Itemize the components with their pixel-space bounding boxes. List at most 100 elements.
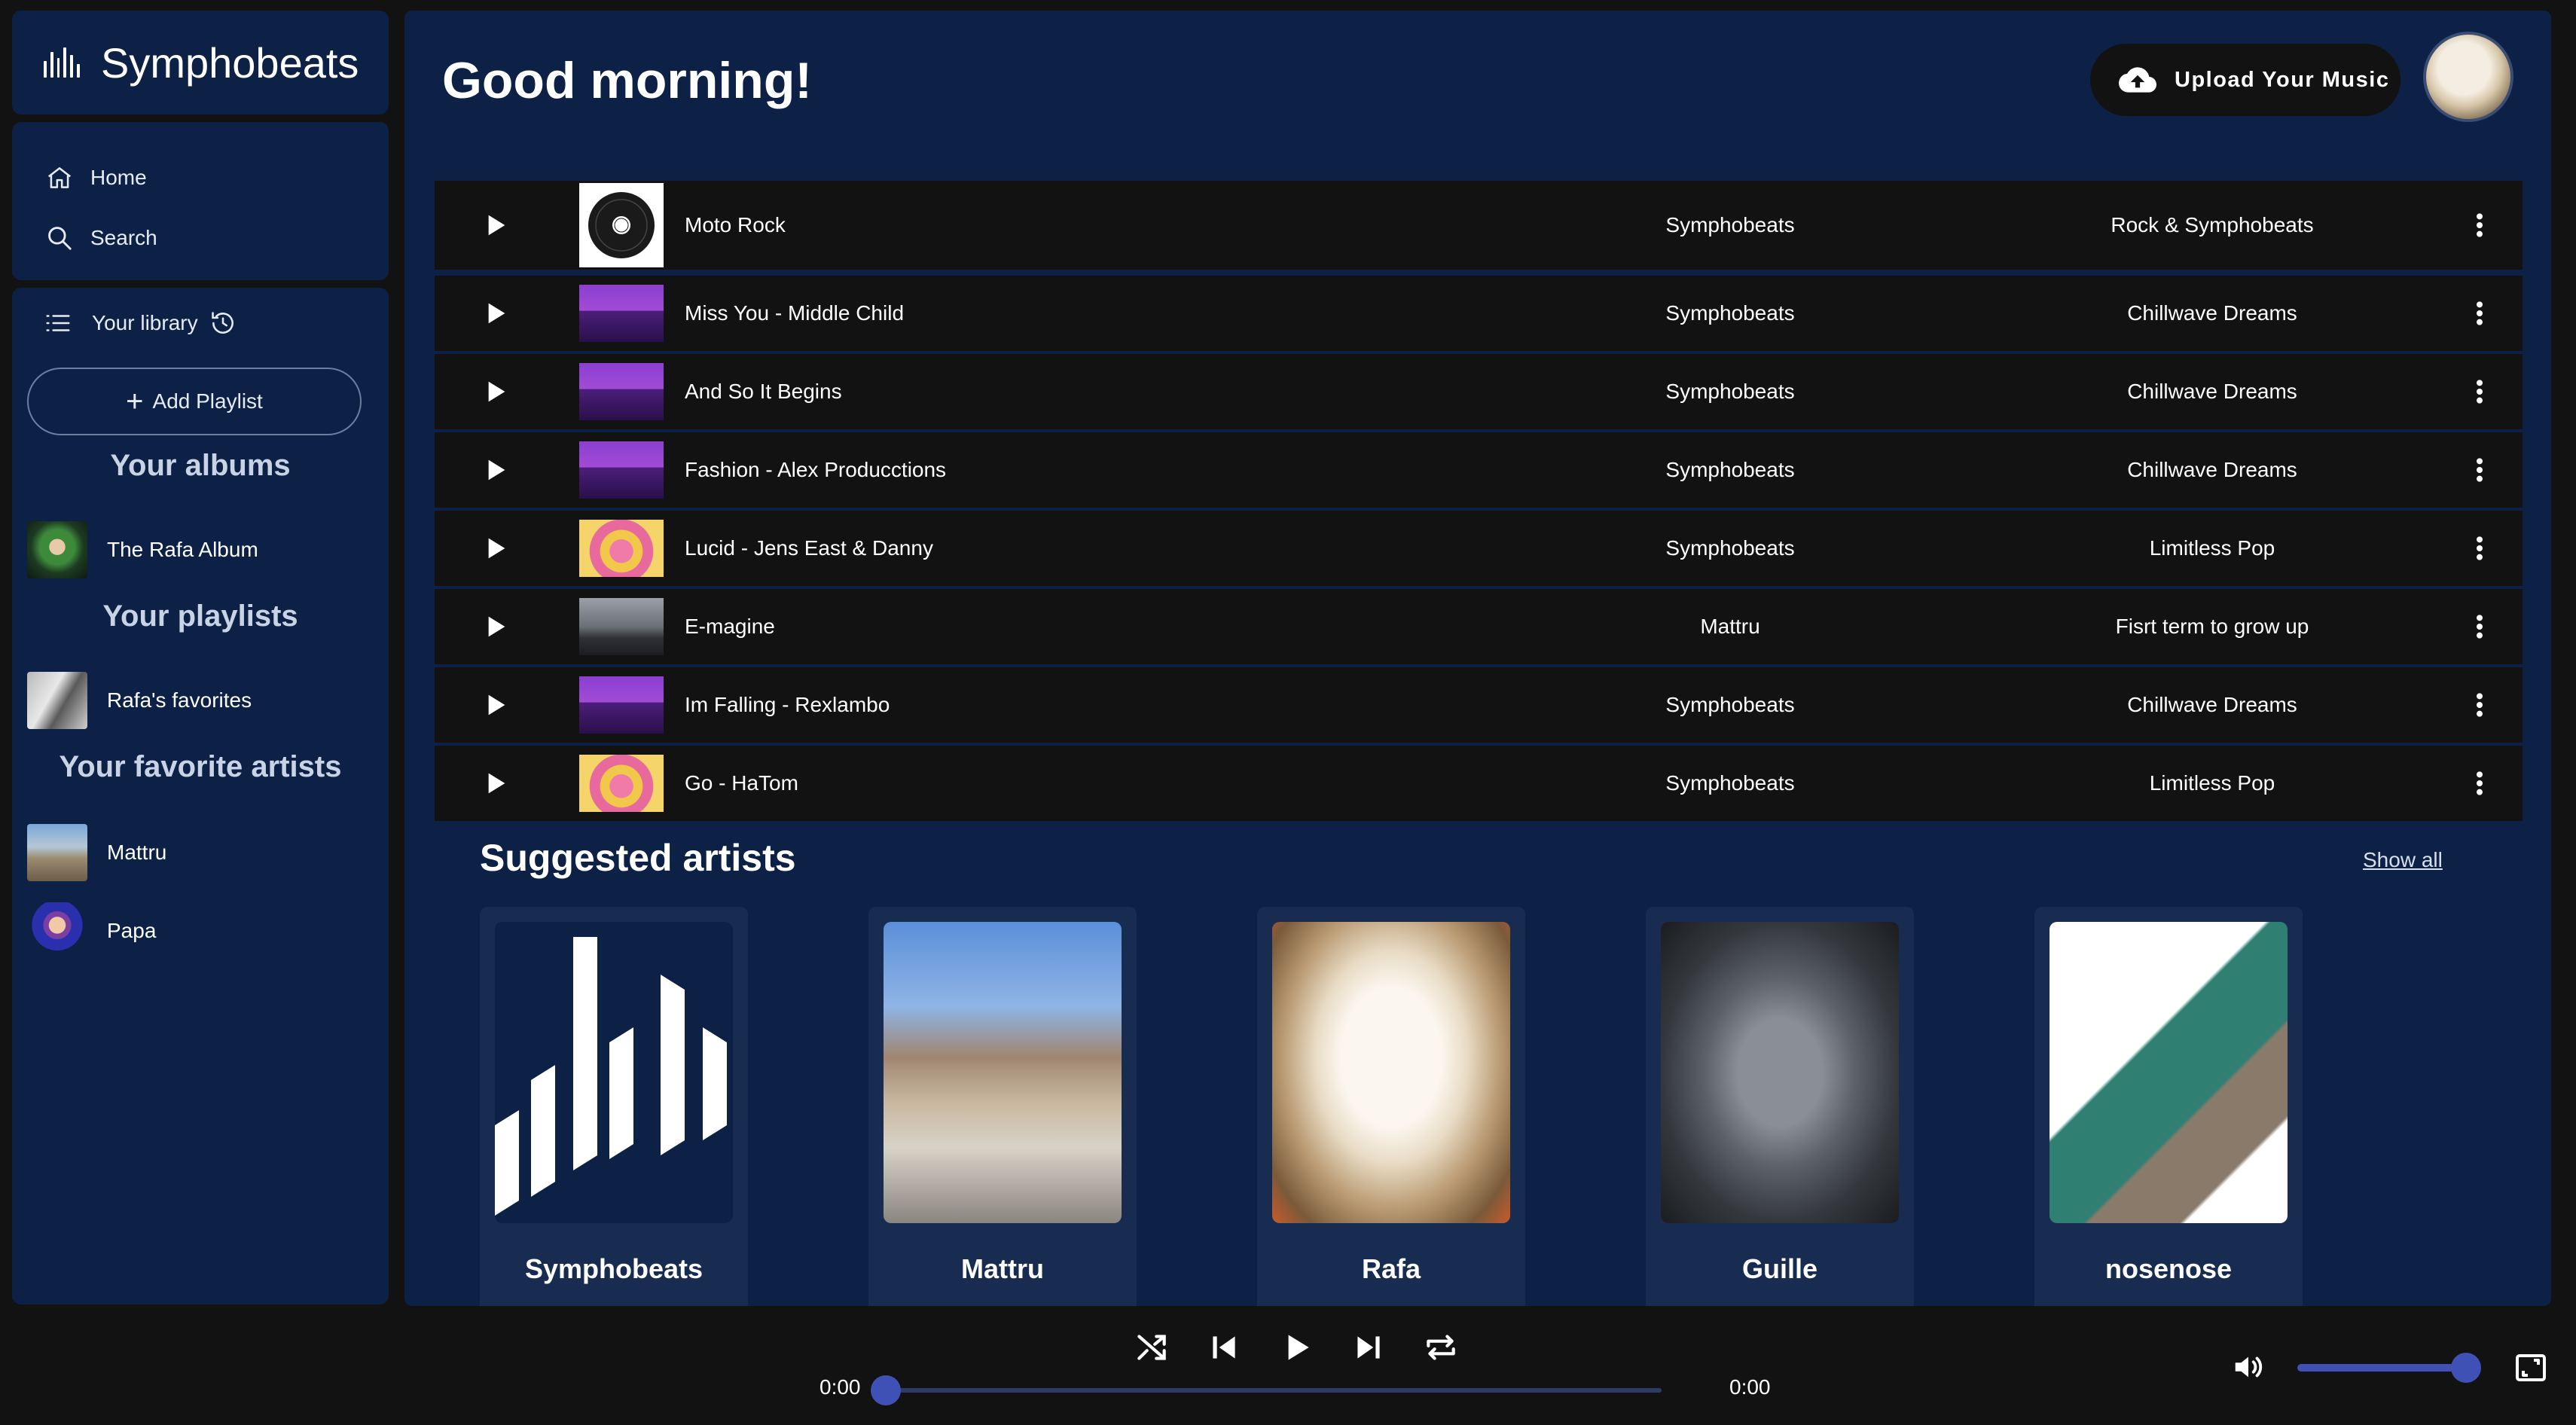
more-vertical-icon[interactable] xyxy=(2468,210,2491,240)
more-vertical-icon[interactable] xyxy=(2468,455,2491,485)
cloud-upload-icon xyxy=(2119,67,2156,93)
volume-icon[interactable] xyxy=(2231,1350,2266,1384)
suggested-artists-heading: Suggested artists xyxy=(480,837,796,879)
track-title: And So It Begins xyxy=(685,380,842,403)
track-album[interactable]: Chillwave Dreams xyxy=(2031,458,2393,482)
track-row[interactable]: Moto Rock Symphobeats Rock & Symphobeats xyxy=(435,181,2523,270)
nav-search[interactable]: Search xyxy=(45,217,389,259)
nav-home[interactable]: Home xyxy=(45,157,389,199)
play-icon[interactable] xyxy=(480,690,510,720)
brand-card: Symphobeats xyxy=(12,11,389,114)
history-icon[interactable] xyxy=(209,309,237,337)
track-cover xyxy=(579,598,664,655)
artist-photo xyxy=(1661,922,1899,1223)
more-vertical-icon[interactable] xyxy=(2468,612,2491,642)
seek-thumb[interactable] xyxy=(871,1375,901,1405)
user-avatar[interactable] xyxy=(2423,32,2513,122)
more-vertical-icon[interactable] xyxy=(2468,690,2491,720)
track-album[interactable]: Chillwave Dreams xyxy=(2031,301,2393,325)
play-icon[interactable] xyxy=(480,377,510,407)
suggested-artist-card[interactable]: nosenose xyxy=(2034,907,2303,1306)
track-cover xyxy=(579,183,664,267)
track-cover xyxy=(579,755,664,812)
track-album[interactable]: Fisrt term to grow up xyxy=(2031,615,2393,639)
volume-slider[interactable] xyxy=(2297,1364,2468,1372)
play-icon[interactable] xyxy=(480,612,510,642)
seek-bar[interactable] xyxy=(886,1388,1662,1393)
suggested-artist-card[interactable]: Guille xyxy=(1646,907,1914,1306)
current-time: 0:00 xyxy=(819,1375,861,1399)
show-all-link[interactable]: Show all xyxy=(2363,848,2443,872)
add-playlist-button[interactable]: + Add Playlist xyxy=(27,368,362,435)
play-icon[interactable] xyxy=(480,455,510,485)
artist-thumb xyxy=(27,902,87,960)
track-album[interactable]: Chillwave Dreams xyxy=(2031,380,2393,404)
nav-search-label: Search xyxy=(90,226,157,249)
fullscreen-icon[interactable] xyxy=(2513,1350,2549,1386)
next-icon[interactable] xyxy=(1350,1329,1387,1366)
play-icon[interactable] xyxy=(1277,1329,1315,1366)
playlist-item[interactable]: Rafa's favorites xyxy=(27,672,252,729)
shuffle-icon[interactable] xyxy=(1133,1329,1170,1366)
suggested-artist-name: nosenose xyxy=(2104,1253,2233,1284)
play-icon[interactable] xyxy=(480,298,510,328)
track-row[interactable]: Im Falling - Rexlambo Symphobeats Chillw… xyxy=(435,667,2523,743)
more-vertical-icon[interactable] xyxy=(2468,768,2491,798)
track-album[interactable]: Rock & Symphobeats xyxy=(2031,213,2393,237)
track-row[interactable]: Go - HaTom Symphobeats Limitless Pop xyxy=(435,746,2523,821)
suggested-artist-name: Guille xyxy=(1741,1253,1818,1284)
track-cover xyxy=(579,285,664,342)
track-row[interactable]: Lucid - Jens East & Danny Symphobeats Li… xyxy=(435,511,2523,586)
track-artist[interactable]: Symphobeats xyxy=(1610,536,1851,560)
track-row[interactable]: E-magine Mattru Fisrt term to grow up xyxy=(435,589,2523,664)
track-artist[interactable]: Symphobeats xyxy=(1610,301,1851,325)
more-vertical-icon[interactable] xyxy=(2468,377,2491,407)
track-title: Lucid - Jens East & Danny xyxy=(685,536,933,560)
play-icon[interactable] xyxy=(480,533,510,563)
greeting-title: Good morning! xyxy=(442,52,813,109)
track-album[interactable]: Chillwave Dreams xyxy=(2031,693,2393,717)
play-icon[interactable] xyxy=(480,768,510,798)
volume-thumb[interactable] xyxy=(2451,1353,2481,1383)
artist-thumb xyxy=(27,824,87,881)
track-title: Go - HaTom xyxy=(685,771,798,795)
track-row[interactable]: And So It Begins Symphobeats Chillwave D… xyxy=(435,354,2523,429)
home-icon xyxy=(47,167,72,188)
favorite-artist-item[interactable]: Papa xyxy=(27,902,156,960)
track-artist[interactable]: Symphobeats xyxy=(1610,458,1851,482)
album-item[interactable]: The Rafa Album xyxy=(27,521,258,578)
track-row[interactable]: Fashion - Alex Producctions Symphobeats … xyxy=(435,432,2523,508)
more-vertical-icon[interactable] xyxy=(2468,533,2491,563)
track-cover xyxy=(579,363,664,420)
playlist-name: Rafa's favorites xyxy=(107,688,252,712)
symphobeats-logo-image xyxy=(495,922,733,1223)
favorite-artist-item[interactable]: Mattru xyxy=(27,824,166,881)
track-artist[interactable]: Symphobeats xyxy=(1610,693,1851,717)
track-album[interactable]: Limitless Pop xyxy=(2031,771,2393,795)
previous-icon[interactable] xyxy=(1205,1329,1243,1366)
nav-home-label: Home xyxy=(90,166,147,189)
album-name: The Rafa Album xyxy=(107,538,258,561)
upload-music-button[interactable]: Upload Your Music xyxy=(2090,44,2401,116)
upload-music-label: Upload Your Music xyxy=(2175,67,2390,92)
search-icon xyxy=(48,227,72,250)
more-vertical-icon[interactable] xyxy=(2468,298,2491,328)
artist-photo xyxy=(2050,922,2288,1223)
track-title: Fashion - Alex Producctions xyxy=(685,458,947,481)
favorite-artist-name: Mattru xyxy=(107,841,167,864)
suggested-artist-card[interactable]: Symphobeats xyxy=(480,907,748,1306)
track-row[interactable]: Miss You - Middle Child Symphobeats Chil… xyxy=(435,276,2523,351)
main-nav: Home Search xyxy=(12,122,389,280)
library-header[interactable]: Your library xyxy=(44,309,237,337)
track-artist[interactable]: Mattru xyxy=(1610,615,1851,639)
track-title: E-magine xyxy=(685,615,775,638)
suggested-artist-card[interactable]: Mattru xyxy=(868,907,1137,1306)
track-artist[interactable]: Symphobeats xyxy=(1610,771,1851,795)
track-artist[interactable]: Symphobeats xyxy=(1610,213,1851,237)
repeat-icon[interactable] xyxy=(1422,1329,1460,1366)
play-icon[interactable] xyxy=(480,210,510,240)
track-artist[interactable]: Symphobeats xyxy=(1610,380,1851,404)
suggested-artist-card[interactable]: Rafa xyxy=(1257,907,1525,1306)
track-album[interactable]: Limitless Pop xyxy=(2031,536,2393,560)
artist-photo xyxy=(884,922,1122,1223)
